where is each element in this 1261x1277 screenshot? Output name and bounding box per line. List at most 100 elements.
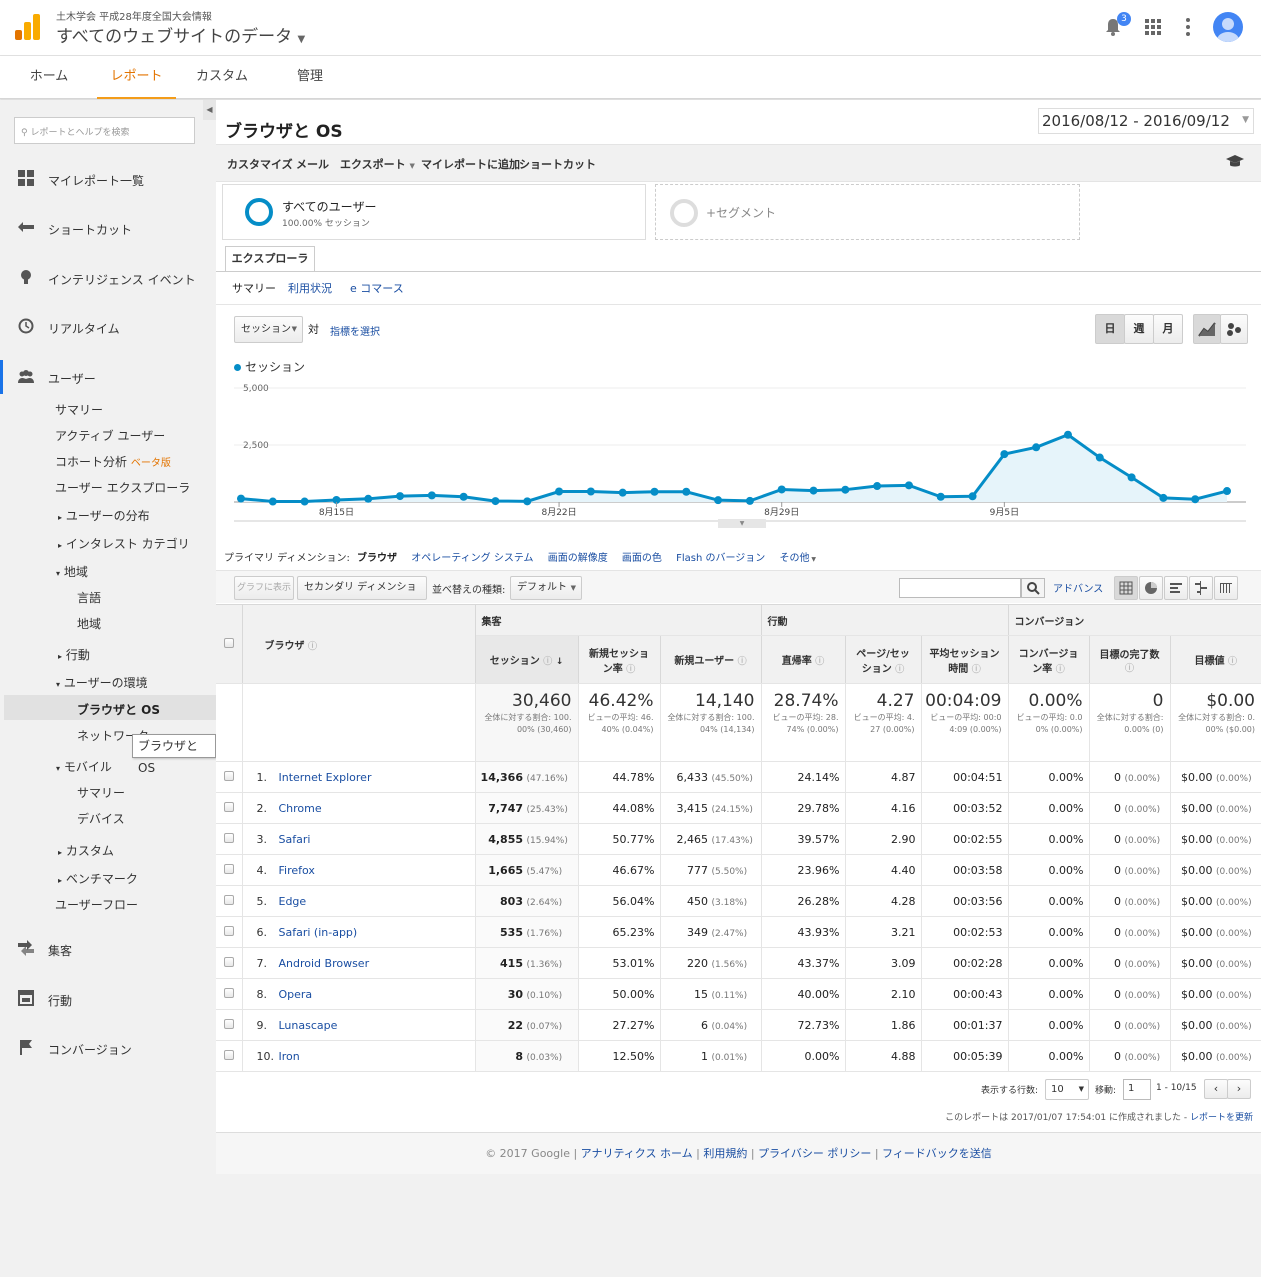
tab-reports[interactable]: レポート xyxy=(97,56,176,99)
subtab-usage[interactable]: 利用状況 xyxy=(288,280,332,296)
account-avatar[interactable] xyxy=(1213,12,1243,42)
segment-all-users[interactable]: すべてのユーザー 100.00% セッション xyxy=(222,184,646,240)
users-interests-toggle[interactable]: ▸ インタレスト カテゴリ xyxy=(58,535,190,552)
sidebar-collapse-toggle[interactable]: ◀ xyxy=(203,100,216,120)
col-conversion-rate-header[interactable]: コンバージョン率 ⓘ xyxy=(1008,635,1090,684)
users-demographics-toggle[interactable]: ▸ ユーザーの分布 xyxy=(58,507,150,524)
view-pivot-button[interactable] xyxy=(1214,576,1238,600)
users-custom-toggle[interactable]: ▸ カスタム xyxy=(58,842,114,859)
dim-resolution[interactable]: 画面の解像度 xyxy=(548,553,608,564)
users-behavior-toggle[interactable]: ▸ 行動 xyxy=(58,646,90,663)
browser-link[interactable]: Chrome xyxy=(279,802,322,815)
browser-link[interactable]: Lunascape xyxy=(279,1019,338,1032)
sidebar-item-realtime[interactable]: リアルタイム xyxy=(0,318,216,338)
view-pie-button[interactable] xyxy=(1139,576,1163,600)
refresh-report-link[interactable]: レポートを更新 xyxy=(1190,1113,1253,1123)
tab-home[interactable]: ホーム xyxy=(22,56,76,99)
prev-page-button[interactable]: ‹ xyxy=(1204,1079,1228,1099)
tab-custom[interactable]: カスタム xyxy=(190,56,254,99)
col-goal-value-header[interactable]: 目標値 ⓘ xyxy=(1170,635,1261,684)
view-performance-button[interactable] xyxy=(1164,576,1188,600)
email-button[interactable]: メール xyxy=(296,156,329,172)
col-avg-duration-header[interactable]: 平均セッション時間 ⓘ xyxy=(921,635,1009,684)
col-sessions-header[interactable]: セッション ⓘ ↓ xyxy=(475,635,579,684)
footer-link-analytics-home[interactable]: アナリティクス ホーム xyxy=(581,1147,693,1160)
users-explorer-link[interactable]: ユーザー エクスプローラ xyxy=(55,479,190,496)
table-search-button[interactable] xyxy=(1021,578,1045,598)
geo-language-link[interactable]: 言語 xyxy=(77,589,101,606)
subtab-summary[interactable]: サマリー xyxy=(232,280,276,296)
row-checkbox[interactable] xyxy=(223,925,234,936)
motion-chart-button[interactable] xyxy=(1220,314,1248,344)
col-new-users-header[interactable]: 新規ユーザー ⓘ xyxy=(660,635,762,684)
users-tech-toggle[interactable]: ▾ ユーザーの環境 xyxy=(56,674,148,691)
footer-link-terms[interactable]: 利用規約 xyxy=(703,1147,747,1160)
goto-page-input[interactable]: 1 xyxy=(1123,1079,1151,1100)
row-checkbox[interactable] xyxy=(223,770,234,781)
more-vert-icon[interactable] xyxy=(1186,18,1190,36)
sidebar-item-behavior[interactable]: 行動 xyxy=(0,990,216,1010)
rows-per-page-select[interactable]: 10 ▼ xyxy=(1045,1079,1089,1100)
export-button[interactable]: エクスポート ▼ xyxy=(340,156,415,172)
sidebar-item-users[interactable]: ユーザー xyxy=(0,360,216,394)
customize-button[interactable]: カスタマイズ xyxy=(227,156,293,172)
choose-metric-link[interactable]: 指標を選択 xyxy=(330,323,380,338)
col-pages-per-session-header[interactable]: ページ/セッション ⓘ xyxy=(845,635,922,684)
row-checkbox[interactable] xyxy=(223,863,234,874)
next-page-button[interactable]: › xyxy=(1227,1079,1251,1099)
period-month-button[interactable]: 月 xyxy=(1153,314,1183,344)
row-checkbox[interactable] xyxy=(223,987,234,998)
date-range-picker[interactable]: 2016/08/12 - 2016/09/12 ▼ xyxy=(1038,108,1254,134)
users-cohort-link[interactable]: コホート分析 ベータ版 xyxy=(55,453,171,470)
dim-browser[interactable]: ブラウザ xyxy=(357,553,397,564)
users-benchmark-toggle[interactable]: ▸ ベンチマーク xyxy=(58,870,138,887)
row-checkbox[interactable] xyxy=(223,1049,234,1060)
users-flow-link[interactable]: ユーザーフロー xyxy=(55,896,138,913)
apps-grid-icon[interactable] xyxy=(1145,19,1161,35)
row-checkbox[interactable] xyxy=(223,956,234,967)
tech-browser-os-link[interactable]: ブラウザと OS xyxy=(4,695,216,720)
sidebar-item-shortcuts[interactable]: ショートカット xyxy=(0,219,216,239)
dim-os[interactable]: オペレーティング システム xyxy=(411,553,533,564)
analytics-logo[interactable] xyxy=(15,14,41,40)
period-week-button[interactable]: 週 xyxy=(1124,314,1154,344)
mobile-summary-link[interactable]: サマリー xyxy=(77,784,125,801)
subtab-ecommerce[interactable]: e コマース xyxy=(350,280,404,296)
users-mobile-toggle[interactable]: ▾ モバイル xyxy=(56,758,112,775)
view-table-button[interactable] xyxy=(1114,576,1138,600)
col-goal-completions-header[interactable]: 目標の完了数 ⓘ xyxy=(1089,635,1171,684)
users-geo-toggle[interactable]: ▾ 地域 xyxy=(56,563,88,580)
browser-link[interactable]: Android Browser xyxy=(279,957,370,970)
table-search-input[interactable] xyxy=(899,578,1021,598)
sidebar-item-my-reports[interactable]: マイレポート一覧 xyxy=(0,170,216,190)
footer-link-privacy[interactable]: プライバシー ポリシー xyxy=(758,1147,871,1160)
select-all-checkbox[interactable] xyxy=(223,637,234,648)
advanced-filter-link[interactable]: アドバンス xyxy=(1053,580,1103,595)
row-checkbox[interactable] xyxy=(223,1018,234,1029)
browser-link[interactable]: Iron xyxy=(279,1050,300,1063)
tab-explorer[interactable]: エクスプローラ xyxy=(225,246,315,272)
line-chart-button[interactable] xyxy=(1193,314,1221,344)
users-summary-link[interactable]: サマリー xyxy=(55,401,103,418)
metric-select[interactable]: セッション ▼ xyxy=(234,316,303,343)
col-new-session-rate-header[interactable]: 新規セッション率 ⓘ xyxy=(578,635,661,684)
tab-admin[interactable]: 管理 xyxy=(285,56,335,99)
browser-link[interactable]: Edge xyxy=(279,895,307,908)
sidebar-item-acquisition[interactable]: 集客 xyxy=(0,940,216,960)
sort-type-select[interactable]: デフォルト ▼ xyxy=(510,576,582,600)
row-checkbox[interactable] xyxy=(223,801,234,812)
dim-other[interactable]: その他 ▼ xyxy=(779,553,816,564)
chart-resize-handle[interactable]: ▼ xyxy=(718,519,766,528)
graduation-cap-icon[interactable] xyxy=(1226,155,1244,169)
dim-color[interactable]: 画面の色 xyxy=(622,553,662,564)
sidebar-item-intelligence[interactable]: インテリジェンス イベント xyxy=(0,269,216,289)
footer-link-feedback[interactable]: フィードバックを送信 xyxy=(882,1147,992,1160)
row-checkbox[interactable] xyxy=(223,832,234,843)
browser-link[interactable]: Firefox xyxy=(279,864,315,877)
property-selector[interactable]: すべてのウェブサイトのデータ ▼ xyxy=(56,22,305,47)
row-checkbox[interactable] xyxy=(223,894,234,905)
col-browser-header[interactable]: ブラウザ ⓘ xyxy=(242,604,476,684)
sidebar-item-conversions[interactable]: コンバージョン xyxy=(0,1039,216,1059)
mobile-devices-link[interactable]: デバイス xyxy=(77,810,125,827)
browser-link[interactable]: Safari xyxy=(279,833,311,846)
